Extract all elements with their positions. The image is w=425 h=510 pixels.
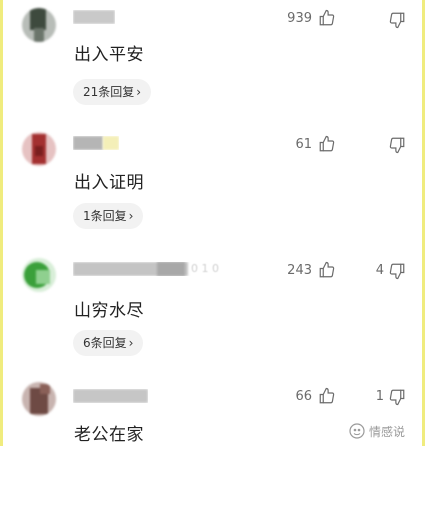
comment-item: 0 1 0 山穷水尽 6条回复 › 243 4 [0, 256, 425, 384]
username-blurred[interactable]: 0 1 0 [73, 262, 228, 276]
thumbs-down-icon[interactable] [388, 388, 406, 406]
dislike-count: 4 [375, 263, 384, 278]
like-count: 939 [287, 11, 312, 26]
like-count: 66 [295, 389, 312, 404]
replies-label: 6条回复 [83, 336, 127, 350]
avatar[interactable] [22, 8, 56, 42]
comment-text: 山穷水尽 [74, 301, 144, 321]
avatar[interactable] [22, 382, 56, 416]
comment-text: 老公在家 [74, 425, 144, 445]
thumbs-down-icon[interactable] [388, 262, 406, 280]
comment-text: 出入平安 [74, 45, 144, 65]
thumbs-up-icon[interactable] [318, 387, 336, 405]
like-count: 243 [287, 263, 312, 278]
chevron-right-icon: › [128, 209, 134, 223]
replies-label: 21条回复 [83, 85, 135, 99]
avatar[interactable] [22, 258, 56, 292]
thumbs-up-icon[interactable] [318, 261, 336, 279]
watermark: 情感说 [349, 423, 405, 439]
like-count: 61 [295, 137, 312, 152]
avatar[interactable] [22, 132, 56, 166]
chevron-right-icon: › [128, 336, 134, 350]
thumbs-up-icon[interactable] [318, 9, 336, 27]
dislike-count: 1 [375, 389, 384, 404]
thumbs-up-icon[interactable] [318, 135, 336, 153]
comment-item: 出入证明 1条回复 › 61 [0, 128, 425, 256]
brand-logo-icon [349, 423, 365, 439]
replies-button[interactable]: 6条回复 › [73, 330, 144, 356]
username-blurred[interactable] [73, 136, 119, 150]
comment-item: 老公在家 66 1 [0, 382, 425, 510]
username-tail: 0 1 0 [191, 262, 219, 275]
replies-button[interactable]: 21条回复 › [73, 79, 152, 105]
watermark-text: 情感说 [368, 424, 405, 439]
username-blurred[interactable] [73, 389, 148, 403]
thumbs-down-icon[interactable] [388, 136, 406, 154]
replies-label: 1条回复 [83, 209, 127, 223]
chevron-right-icon: › [136, 85, 142, 99]
replies-button[interactable]: 1条回复 › [73, 203, 144, 229]
thumbs-down-icon[interactable] [388, 11, 406, 29]
username-blurred[interactable] [73, 10, 115, 24]
comment-text: 出入证明 [74, 173, 144, 193]
comment-item: 出入平安 21条回复 › 939 [0, 0, 425, 128]
